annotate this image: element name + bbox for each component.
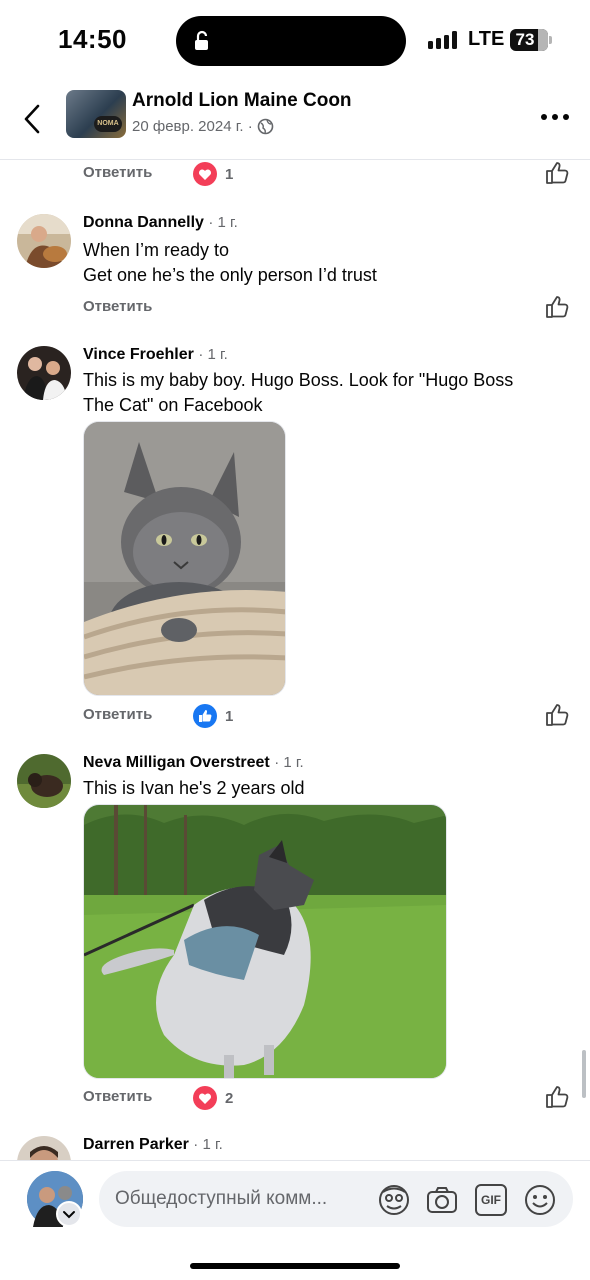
- comment-photo-kitten[interactable]: [83, 421, 286, 696]
- comment-text: When I’m ready to Get one he’s the only …: [83, 238, 563, 288]
- home-indicator: [190, 1263, 400, 1269]
- back-arrow-icon[interactable]: [18, 102, 48, 136]
- comment-text: This is my baby boy. Hugo Boss. Look for…: [83, 368, 563, 418]
- comment-actions: Ответить: [0, 294, 590, 324]
- page-avatar[interactable]: NOMA: [66, 90, 126, 138]
- reply-button[interactable]: Ответить: [83, 164, 152, 181]
- author-name[interactable]: Donna Dannelly: [83, 214, 204, 231]
- comment-actions: Ответить 1: [0, 702, 590, 732]
- more-icon[interactable]: [540, 112, 570, 122]
- gif-icon[interactable]: GIF: [475, 1184, 507, 1216]
- network-type: LTE: [468, 28, 505, 50]
- comment-line: The Cat" on Facebook: [83, 395, 263, 415]
- battery-level: 73: [515, 30, 535, 49]
- reaction-summary[interactable]: 1: [193, 162, 233, 186]
- thumbs-up-outline-icon[interactable]: [544, 1084, 570, 1110]
- comment-author[interactable]: Darren Parker · 1 г.: [83, 1136, 223, 1154]
- avatar-frame-icon[interactable]: [377, 1183, 411, 1217]
- heart-reaction-icon: [193, 1086, 217, 1110]
- cat-on-grass-image: [84, 805, 446, 1078]
- emoji-icon[interactable]: [523, 1183, 557, 1217]
- comment-line: When I’m ready to: [83, 240, 230, 260]
- heart-reaction-icon: [193, 162, 217, 186]
- author-name[interactable]: Neva Milligan Overstreet: [83, 754, 270, 771]
- comment-time: · 1 г.: [208, 214, 238, 231]
- dynamic-island: [176, 16, 406, 66]
- comment-author[interactable]: Neva Milligan Overstreet · 1 г.: [83, 754, 304, 772]
- comment-time: · 1 г.: [193, 1136, 223, 1153]
- comment-line: This is my baby boy. Hugo Boss. Look for…: [83, 370, 514, 390]
- reaction-count: 2: [225, 1089, 234, 1107]
- kitten-in-basket-image: [84, 422, 285, 695]
- avatar[interactable]: [17, 1136, 71, 1160]
- comment-photo-cat-outdoors[interactable]: [83, 804, 447, 1079]
- globe-icon: [257, 118, 274, 135]
- comment-time: · 1 г.: [274, 754, 304, 771]
- reaction-summary[interactable]: 2: [193, 1086, 233, 1110]
- comment-placeholder[interactable]: Общедоступный комм...: [115, 1188, 365, 1210]
- avatar-badge: NOMA: [94, 116, 122, 132]
- avatar[interactable]: [17, 754, 71, 808]
- reply-button[interactable]: Ответить: [83, 1088, 152, 1105]
- reaction-count: 1: [225, 165, 234, 183]
- thumbs-up-outline-icon[interactable]: [544, 160, 570, 186]
- comment-actions: Ответить 1: [0, 160, 590, 190]
- scrollbar[interactable]: [582, 1050, 586, 1098]
- post-header: NOMA Arnold Lion Maine Coon 20 февр. 202…: [0, 80, 590, 160]
- author-name[interactable]: Darren Parker: [83, 1136, 189, 1153]
- comment-input[interactable]: Общедоступный комм... GIF: [99, 1171, 573, 1227]
- reply-button[interactable]: Ответить: [83, 298, 152, 315]
- reaction-summary[interactable]: 1: [193, 704, 233, 728]
- avatar-image: [17, 754, 71, 808]
- comments-list[interactable]: Ответить 1 Donna Dannelly · 1 г. When I’…: [0, 160, 590, 1160]
- avatar-image: [17, 214, 71, 268]
- comment-author[interactable]: Donna Dannelly · 1 г.: [83, 214, 238, 232]
- lock-icon: [195, 30, 208, 50]
- reaction-count: 1: [225, 707, 234, 725]
- comment-line: This is Ivan he's 2 years old: [83, 778, 305, 798]
- post-date: 20 февр. 2024 г. ·: [132, 118, 253, 135]
- avatar[interactable]: [17, 214, 71, 268]
- comment-text: This is Ivan he's 2 years old: [83, 776, 563, 801]
- page-title[interactable]: Arnold Lion Maine Coon: [132, 90, 352, 112]
- comment-composer: Общедоступный комм... GIF: [0, 1160, 590, 1280]
- thumbs-up-outline-icon[interactable]: [544, 294, 570, 320]
- reply-button[interactable]: Ответить: [83, 706, 152, 723]
- status-bar: 14:50 LTE 73: [0, 0, 590, 80]
- avatar-image: [17, 346, 71, 400]
- battery-icon: 73: [510, 29, 552, 51]
- post-meta: 20 февр. 2024 г. ·: [132, 118, 274, 135]
- like-reaction-icon: [193, 704, 217, 728]
- chevron-down-icon[interactable]: [56, 1201, 82, 1227]
- signal-icon: [428, 31, 457, 49]
- comment-actions: Ответить 2: [0, 1084, 590, 1114]
- comment-line: Get one he’s the only person I’d trust: [83, 265, 377, 285]
- avatar[interactable]: [17, 346, 71, 400]
- comment-time: · 1 г.: [198, 346, 228, 363]
- author-name[interactable]: Vince Froehler: [83, 346, 194, 363]
- status-time: 14:50: [58, 24, 127, 54]
- avatar-image: [17, 1136, 71, 1160]
- camera-icon[interactable]: [425, 1183, 459, 1217]
- thumbs-up-outline-icon[interactable]: [544, 702, 570, 728]
- comment-author[interactable]: Vince Froehler · 1 г.: [83, 346, 228, 364]
